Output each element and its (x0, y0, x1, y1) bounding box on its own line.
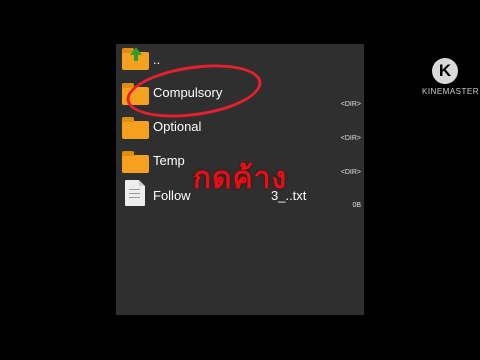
logo-letter: K (438, 61, 452, 80)
item-name: Temp (153, 153, 185, 168)
watermark-text: KINEMASTER (422, 87, 480, 96)
item-meta: <DIR> (340, 101, 361, 108)
list-item-optional[interactable]: Optional <DIR> (116, 112, 364, 146)
kinemaster-logo-icon: K (432, 58, 458, 84)
folder-up-icon (122, 47, 149, 70)
folder-icon (122, 117, 149, 139)
item-name: Follow (153, 188, 191, 203)
item-name: Optional (153, 119, 202, 134)
annotation-text: กดค้าง (193, 161, 288, 196)
item-meta: <DIR> (340, 169, 361, 176)
item-meta: <DIR> (340, 135, 361, 142)
text-file-icon (125, 180, 145, 206)
item-meta: 0B (352, 202, 361, 209)
folder-icon (122, 151, 149, 173)
item-name: .. (153, 52, 161, 67)
